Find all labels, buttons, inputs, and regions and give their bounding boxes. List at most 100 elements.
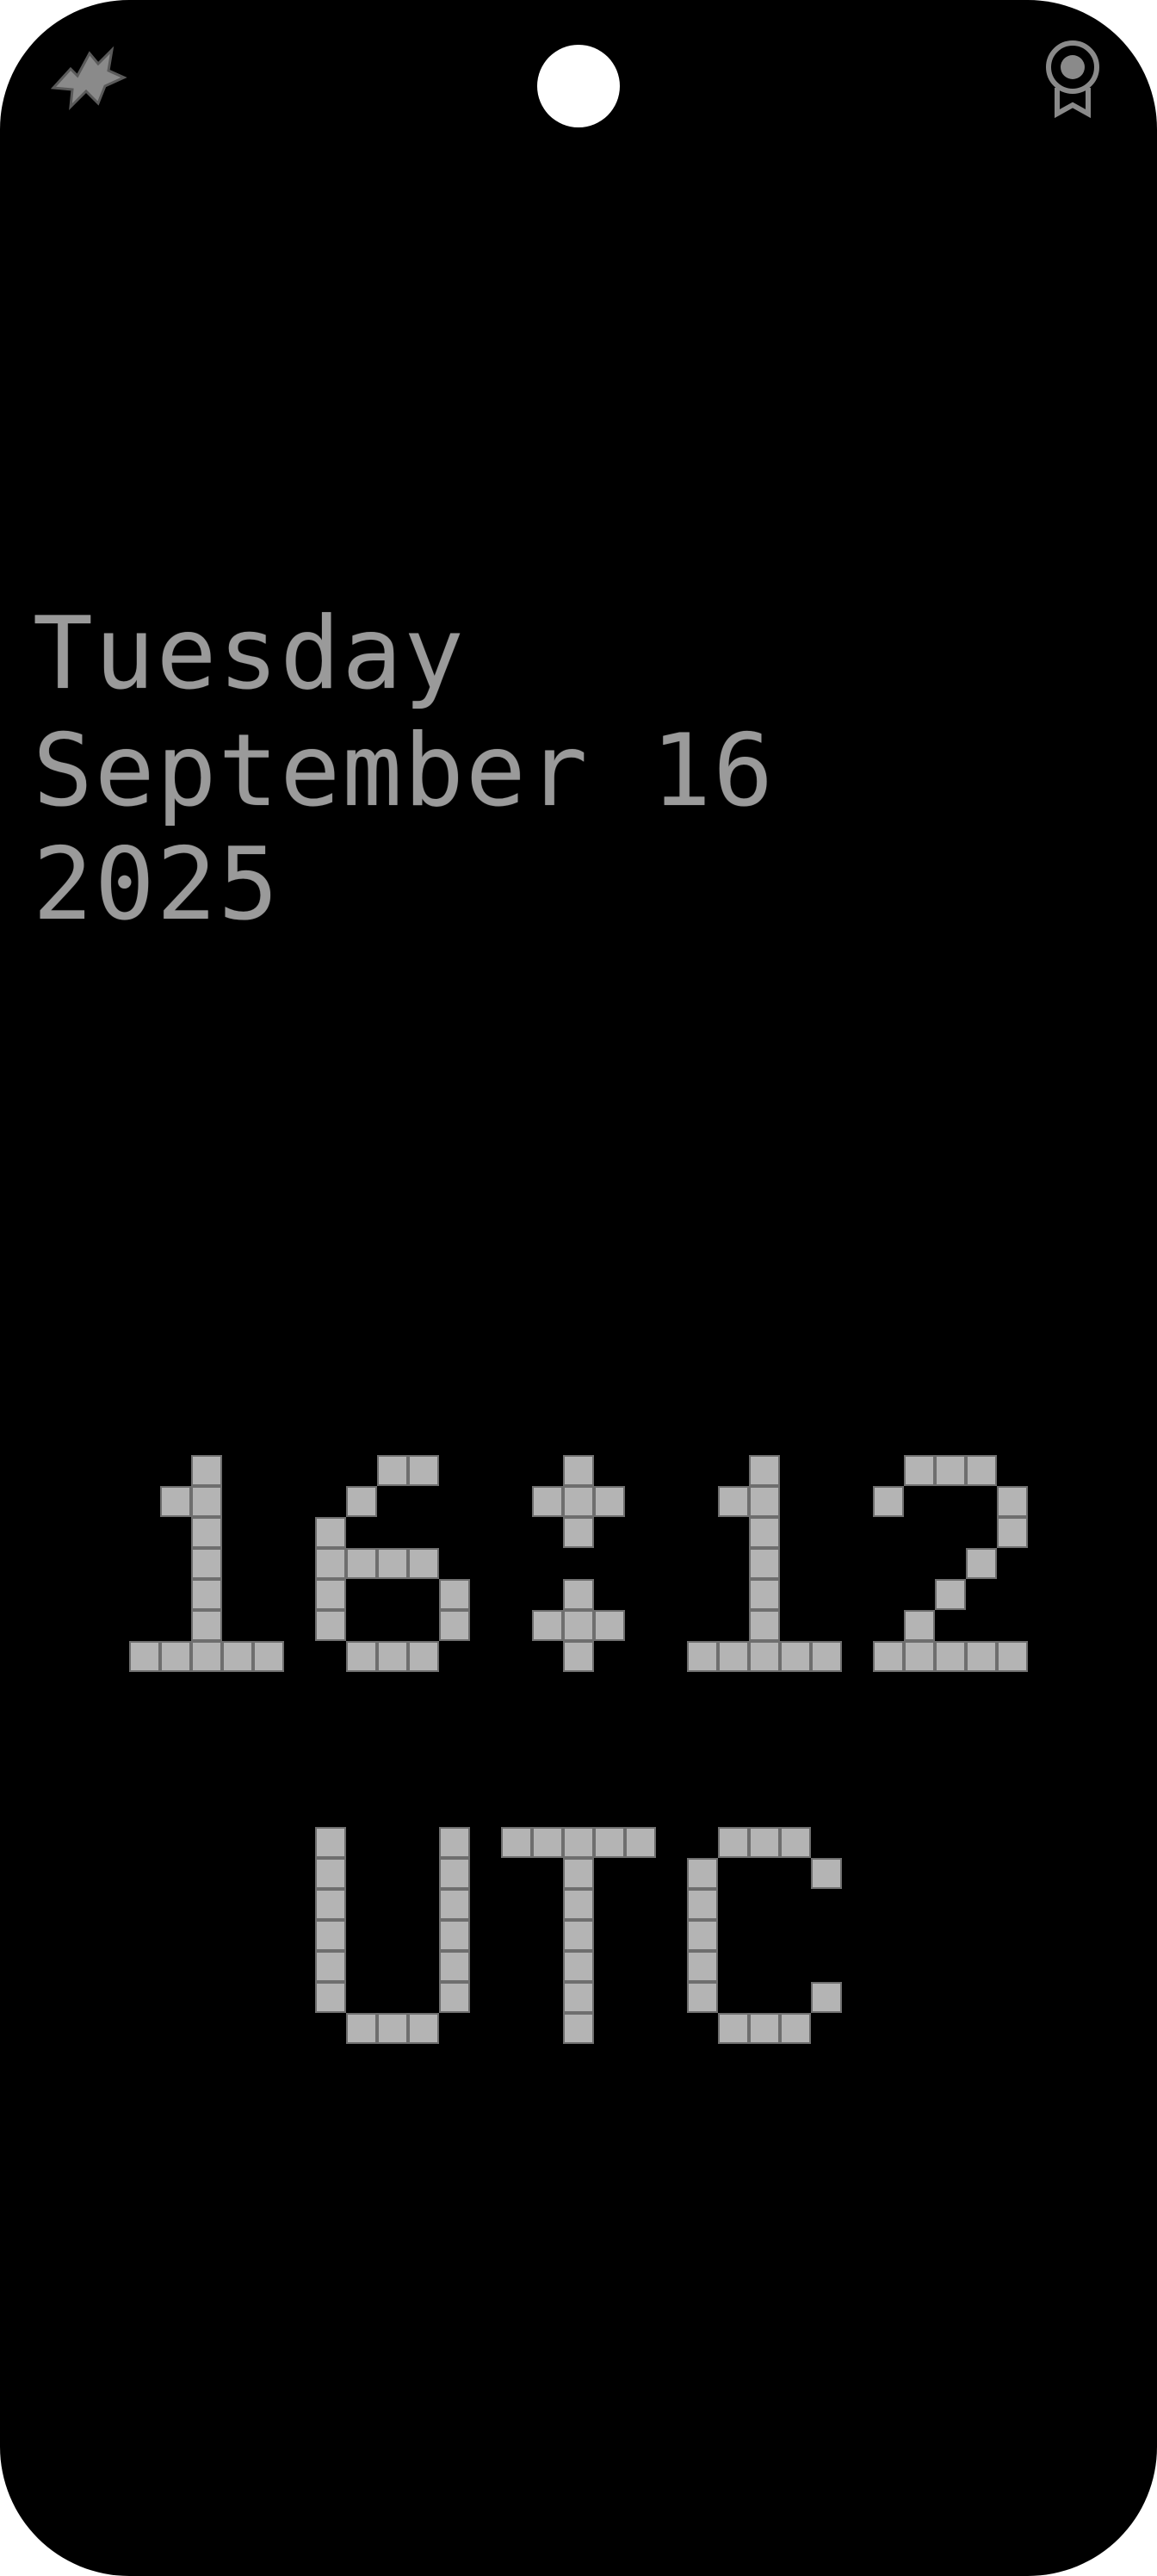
month-day-text: September 16	[33, 713, 776, 829]
clock-time	[129, 1455, 1028, 1672]
matrix-dot	[315, 1579, 346, 1610]
matrix-dot	[811, 1982, 842, 2013]
matrix-dot	[563, 1579, 594, 1610]
matrix-dot	[191, 1455, 222, 1486]
matrix-dot	[346, 1548, 377, 1579]
matrix-dot	[191, 1548, 222, 1579]
matrix-dot	[563, 1517, 594, 1548]
matrix-dot	[904, 1455, 935, 1486]
matrix-dot	[749, 1579, 780, 1610]
matrix-dot	[749, 2013, 780, 2044]
matrix-dot	[749, 1455, 780, 1486]
matrix-dot	[966, 1548, 997, 1579]
matrix-dot	[687, 1982, 718, 2013]
matrix-dot	[191, 1610, 222, 1641]
matrix-dot	[935, 1455, 966, 1486]
dragon-logo-icon	[45, 34, 131, 121]
matrix-dot	[129, 1641, 160, 1672]
matrix-dot	[749, 1486, 780, 1517]
matrix-dot	[749, 1517, 780, 1548]
matrix-dot	[780, 2013, 811, 2044]
matrix-dot	[594, 1486, 625, 1517]
matrix-dot	[346, 2013, 377, 2044]
matrix-dot	[904, 1610, 935, 1641]
matrix-dot	[718, 1486, 749, 1517]
weekday-text: Tuesday	[33, 596, 466, 712]
matrix-dot	[315, 1517, 346, 1548]
matrix-dot	[439, 1951, 470, 1982]
matrix-dot	[408, 1455, 439, 1486]
matrix-dot	[346, 1641, 377, 1672]
matrix-dot	[563, 1827, 594, 1858]
front-camera-icon	[537, 45, 620, 127]
matrix-dot	[563, 1486, 594, 1517]
matrix-dot	[997, 1486, 1028, 1517]
matrix-dot	[718, 1827, 749, 1858]
matrix-dot	[563, 2013, 594, 2044]
matrix-dot	[439, 1579, 470, 1610]
matrix-dot	[315, 1827, 346, 1858]
matrix-dot	[439, 1889, 470, 1920]
matrix-dot	[594, 1610, 625, 1641]
matrix-dot	[377, 1455, 408, 1486]
matrix-dot	[315, 1858, 346, 1889]
matrix-dot	[563, 1920, 594, 1951]
matrix-dot	[687, 1858, 718, 1889]
award-ribbon-icon	[1030, 34, 1116, 121]
matrix-dot	[749, 1610, 780, 1641]
glyph-U	[315, 1827, 470, 2044]
matrix-dot	[253, 1641, 284, 1672]
matrix-dot	[315, 1982, 346, 2013]
matrix-dot	[439, 1858, 470, 1889]
glyph-1	[687, 1455, 842, 1672]
matrix-dot	[563, 1982, 594, 2013]
matrix-dot	[780, 1641, 811, 1672]
matrix-dot	[532, 1827, 563, 1858]
matrix-dot	[687, 1920, 718, 1951]
matrix-dot	[315, 1610, 346, 1641]
matrix-dot	[718, 1641, 749, 1672]
matrix-dot	[377, 1641, 408, 1672]
matrix-dot	[315, 1548, 346, 1579]
matrix-dot	[873, 1641, 904, 1672]
matrix-dot	[563, 1951, 594, 1982]
matrix-dot	[191, 1641, 222, 1672]
matrix-dot	[997, 1517, 1028, 1548]
glyph-6	[315, 1455, 470, 1672]
matrix-dot	[687, 1641, 718, 1672]
matrix-dot	[749, 1548, 780, 1579]
matrix-dot	[377, 1548, 408, 1579]
matrix-dot	[811, 1858, 842, 1889]
matrix-dot	[501, 1827, 532, 1858]
matrix-dot	[160, 1641, 191, 1672]
matrix-dot	[780, 1827, 811, 1858]
glyph-colon	[532, 1455, 625, 1672]
phone-screen: Tuesday September 16 2025	[0, 0, 1157, 2576]
matrix-dot	[997, 1641, 1028, 1672]
matrix-dot	[191, 1486, 222, 1517]
glyph-C	[687, 1827, 842, 2044]
matrix-dot	[377, 2013, 408, 2044]
matrix-dot	[563, 1858, 594, 1889]
matrix-dot	[408, 2013, 439, 2044]
matrix-dot	[625, 1827, 656, 1858]
matrix-dot	[563, 1455, 594, 1486]
glyph-2	[873, 1455, 1028, 1672]
matrix-dot	[439, 1982, 470, 2013]
matrix-dot	[439, 1827, 470, 1858]
matrix-dot	[222, 1641, 253, 1672]
matrix-dot	[749, 1641, 780, 1672]
matrix-dot	[160, 1486, 191, 1517]
matrix-dot	[408, 1548, 439, 1579]
matrix-dot	[966, 1455, 997, 1486]
matrix-dot	[191, 1579, 222, 1610]
year-text: 2025	[33, 827, 281, 943]
matrix-dot	[811, 1641, 842, 1672]
matrix-dot	[904, 1641, 935, 1672]
matrix-dot	[966, 1641, 997, 1672]
matrix-dot	[594, 1827, 625, 1858]
matrix-dot	[873, 1486, 904, 1517]
matrix-dot	[687, 1889, 718, 1920]
glyph-T	[501, 1827, 656, 2044]
matrix-dot	[935, 1579, 966, 1610]
